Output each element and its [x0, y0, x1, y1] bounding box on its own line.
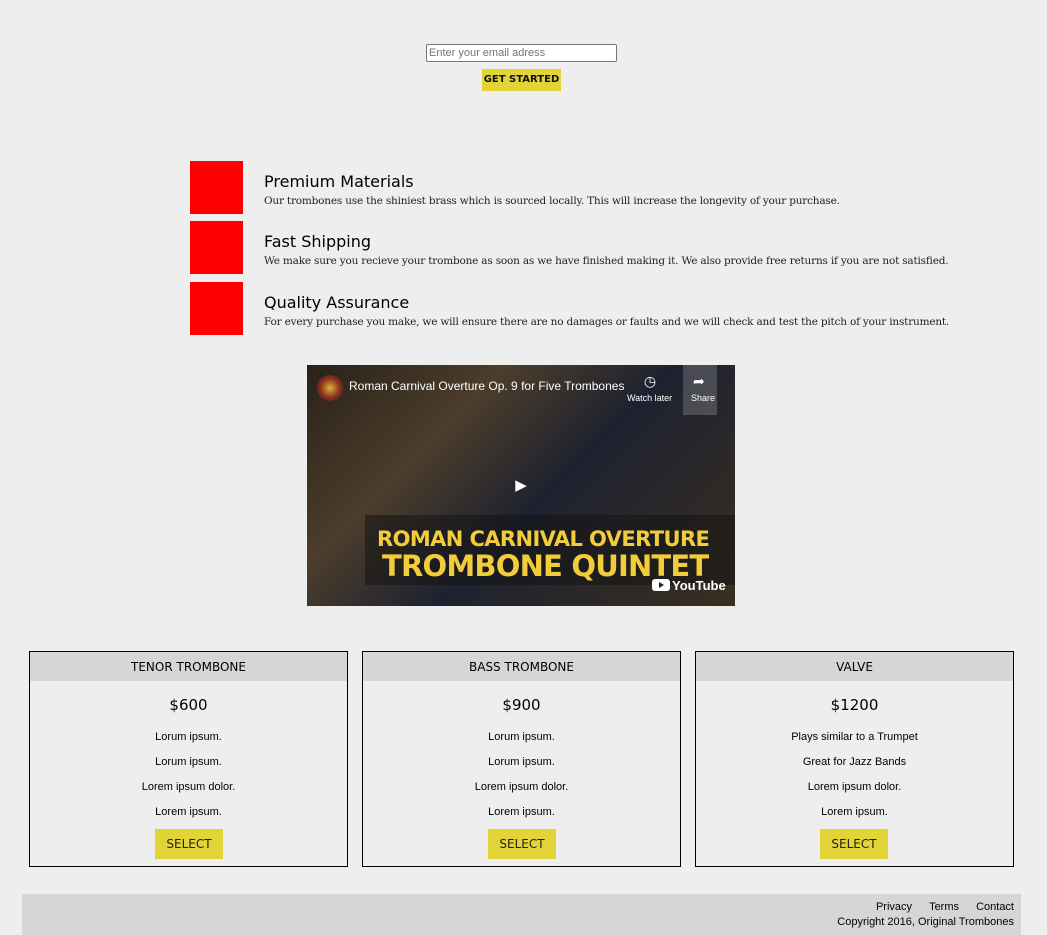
footer: Privacy Terms Contact Copyright 2016, Or…	[22, 894, 1021, 935]
footer-link-contact[interactable]: Contact	[976, 901, 1014, 913]
feature-premium-materials: Premium Materials Our trombones use the …	[190, 161, 890, 215]
pricing-feature: Lorem ipsum.	[488, 806, 555, 818]
pricing-feature: Lorum ipsum.	[488, 731, 555, 743]
channel-avatar[interactable]	[317, 375, 343, 401]
feature-quality-assurance: Quality Assurance For every purchase you…	[190, 282, 949, 336]
youtube-play-icon	[652, 579, 670, 591]
pricing-card-price: $600	[169, 696, 208, 714]
watch-later-button[interactable]: Watch later	[627, 393, 672, 403]
youtube-video-embed[interactable]: Roman Carnival Overture Op. 9 for Five T…	[307, 365, 735, 606]
pricing-feature: Lorum ipsum.	[155, 756, 222, 768]
pricing-card-title: BASS TROMBONE	[363, 652, 680, 681]
pricing-card-title: VALVE	[696, 652, 1013, 681]
pricing-feature: Plays similar to a Trumpet	[791, 731, 918, 743]
feature-description: We make sure you recieve your trombone a…	[264, 255, 949, 267]
pricing-feature: Lorem ipsum dolor.	[807, 781, 902, 793]
feature-title: Fast Shipping	[264, 232, 372, 251]
pricing-card-tenor: TENOR TROMBONE $600 Lorum ipsum. Lorum i…	[29, 651, 348, 867]
feature-title: Quality Assurance	[264, 293, 410, 312]
play-icon[interactable]: ▶	[511, 477, 531, 495]
pricing-card-valve: VALVE $1200 Plays similar to a Trumpet G…	[695, 651, 1014, 867]
feature-title: Premium Materials	[264, 172, 414, 191]
pricing-feature: Lorem ipsum dolor.	[474, 781, 569, 793]
pricing-feature: Lorem ipsum.	[821, 806, 888, 818]
thumbnail-line-1: ROMAN CARNIVAL OVERTURE	[377, 527, 710, 551]
pricing-feature: Great for Jazz Bands	[802, 756, 907, 768]
email-input[interactable]	[426, 44, 617, 62]
feature-description: Our trombones use the shiniest brass whi…	[264, 195, 840, 207]
pricing-feature: Lorum ipsum.	[488, 756, 555, 768]
select-button[interactable]: SELECT	[488, 829, 556, 859]
pricing-card-title: TENOR TROMBONE	[30, 652, 347, 681]
pricing-feature: Lorum ipsum.	[155, 731, 222, 743]
copyright-text: Copyright 2016, Original Trombones	[837, 916, 1014, 928]
select-button[interactable]: SELECT	[820, 829, 888, 859]
get-started-button[interactable]: GET STARTED	[482, 69, 561, 91]
footer-link-terms[interactable]: Terms	[929, 901, 959, 913]
pricing-card-price: $1200	[830, 696, 879, 714]
clock-icon[interactable]: ◷	[643, 374, 657, 388]
youtube-logo[interactable]: YouTube	[652, 578, 726, 593]
feature-icon	[190, 161, 243, 214]
pricing-feature: Lorem ipsum dolor.	[141, 781, 236, 793]
footer-links: Privacy Terms Contact	[862, 901, 1014, 913]
youtube-label: YouTube	[672, 578, 726, 593]
pricing-feature: Lorem ipsum.	[155, 806, 222, 818]
feature-fast-shipping: Fast Shipping We make sure you recieve y…	[190, 221, 949, 275]
pricing-card-price: $900	[502, 696, 541, 714]
select-button[interactable]: SELECT	[155, 829, 223, 859]
pricing-card-bass: BASS TROMBONE $900 Lorum ipsum. Lorum ip…	[362, 651, 681, 867]
feature-icon	[190, 221, 243, 274]
video-title[interactable]: Roman Carnival Overture Op. 9 for Five T…	[349, 379, 624, 393]
share-icon[interactable]: ➦	[693, 374, 705, 388]
feature-icon	[190, 282, 243, 335]
feature-description: For every purchase you make, we will ens…	[264, 316, 950, 328]
share-label[interactable]: Share	[691, 393, 715, 403]
footer-link-privacy[interactable]: Privacy	[876, 901, 912, 913]
